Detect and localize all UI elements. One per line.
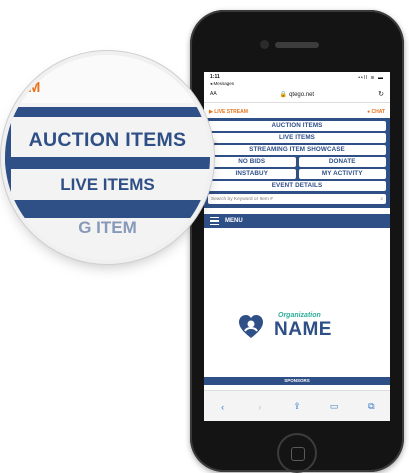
chat-bubble-icon: ●	[367, 109, 371, 115]
url-text: qtego.net	[289, 92, 315, 98]
menu-label: MENU	[225, 218, 243, 224]
magnified-partial-item: G ITEM	[78, 218, 137, 237]
sponsors-bar: SPONSORS	[204, 377, 390, 385]
logo-name-text: NAME	[274, 319, 332, 340]
camera-icon	[260, 40, 269, 49]
magnified-auction-items: AUCTION ITEMS	[28, 129, 187, 151]
search-input[interactable]: Search by Keyword or Item # ⌕	[208, 194, 386, 204]
magnifier-lens: RM AUCTION ITEMS LIVE ITEMS G ITEM	[5, 55, 210, 260]
auction-items-button[interactable]: AUCTION ITEMS	[208, 121, 386, 131]
status-time: 1:11	[210, 74, 220, 80]
tabs-icon[interactable]: ⧉	[361, 401, 381, 412]
event-details-button[interactable]: EVENT DETAILS	[208, 181, 386, 191]
streaming-showcase-button[interactable]: STREAMING ITEM SHOWCASE	[208, 145, 386, 155]
status-bar: 1:11 ◂ Messages ••ll ≋ ▬	[204, 72, 390, 87]
back-icon[interactable]: ‹	[213, 402, 233, 412]
live-chat-bar: ▶ LIVE STREAM ● CHAT	[204, 106, 390, 118]
organization-logo: Organization NAME	[238, 312, 368, 346]
home-button[interactable]	[277, 433, 317, 473]
donate-button[interactable]: DONATE	[298, 157, 386, 167]
heart-person-icon	[239, 315, 263, 338]
signal-wifi-battery-icon: ••ll ≋ ▬	[358, 75, 384, 81]
browser-toolbar: ‹ › ⇪ ▭ ⧉	[204, 390, 390, 421]
logo-organization-text: Organization	[278, 312, 321, 319]
no-bids-button[interactable]: NO BIDS	[208, 157, 296, 167]
magnified-live-items: LIVE ITEMS	[60, 175, 155, 194]
reload-icon[interactable]: ↻	[378, 90, 384, 98]
bookmarks-icon[interactable]: ▭	[324, 401, 344, 412]
phone-device: 1:11 ◂ Messages ••ll ≋ ▬ AA 🔒 qtego.net …	[190, 10, 404, 473]
lock-icon: 🔒	[279, 92, 288, 98]
my-activity-button[interactable]: MY ACTIVITY	[298, 169, 386, 179]
menu-toggle[interactable]: MENU	[204, 214, 390, 228]
instabuy-button[interactable]: INSTABUY	[208, 169, 296, 179]
search-icon[interactable]: ⌕	[380, 196, 383, 202]
forward-icon[interactable]: ›	[250, 402, 270, 412]
phone-screen: 1:11 ◂ Messages ••ll ≋ ▬ AA 🔒 qtego.net …	[204, 72, 390, 421]
live-items-button[interactable]: LIVE ITEMS	[208, 133, 386, 143]
search-placeholder: Search by Keyword or Item #	[211, 196, 273, 202]
chat-link[interactable]: ● CHAT	[367, 109, 385, 115]
auction-menu: AUCTION ITEMS LIVE ITEMS STREAMING ITEM …	[204, 118, 390, 208]
live-stream-link[interactable]: ▶ LIVE STREAM	[209, 109, 248, 115]
hamburger-icon	[210, 217, 219, 225]
speaker-grille	[275, 42, 319, 48]
address-bar[interactable]: AA 🔒 qtego.net ↻	[204, 87, 390, 103]
share-icon[interactable]: ⇪	[287, 401, 307, 412]
magnified-partial-header: RM	[17, 79, 41, 96]
